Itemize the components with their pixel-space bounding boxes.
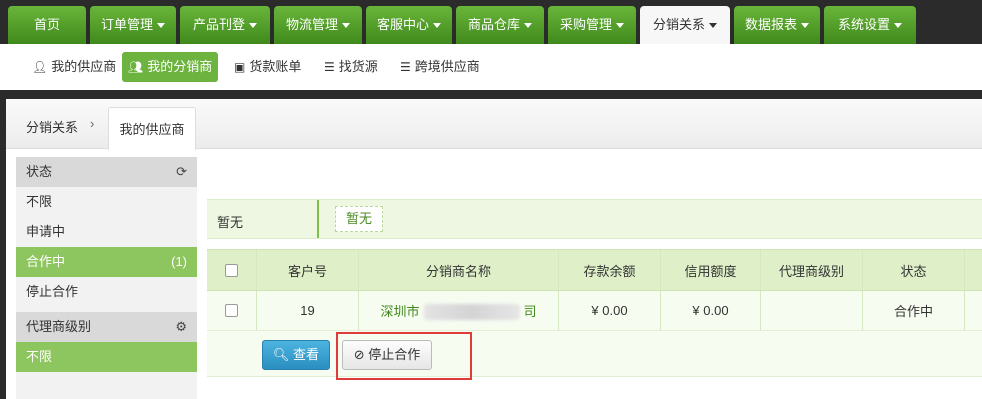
highlight-box — [336, 332, 472, 380]
caret-down-icon — [157, 23, 165, 29]
breadcrumb: 分销关系 › 我的供应商 — [6, 99, 982, 150]
level-filter-title: 代理商级别 — [26, 319, 92, 334]
col-customer-id: 客户号 — [257, 250, 359, 290]
tab-label: 首页 — [33, 17, 60, 32]
caret-down-icon — [433, 23, 441, 29]
cell-distributor-name: 深圳市 司 — [359, 291, 559, 330]
subnav-label: 我的分销商 — [147, 59, 213, 74]
caret-down-icon — [616, 23, 624, 29]
caret-down-icon — [894, 23, 902, 29]
breadcrumb-root[interactable]: 分销关系 — [26, 117, 78, 136]
tab-purchase[interactable]: 采购管理 — [548, 6, 636, 44]
subnav-my-distributors[interactable]: 👥︎ 我的分销商 — [122, 52, 219, 82]
status-applying[interactable]: 申请中 — [16, 217, 197, 247]
user-icon: 👤︎ — [32, 60, 48, 74]
filter-panel: 状态 ⟳ 不限 申请中 合作中 (1) 停止合作 代理商级别 ⚙ 不限 — [16, 157, 197, 399]
top-nav: 首页 订单管理 产品刊登 物流管理 客服中心 商品仓库 采购管理 分销关系 数据… — [0, 0, 982, 44]
row-select-cell — [207, 291, 257, 330]
subnav-label: 我的供应商 — [51, 59, 117, 74]
level-any[interactable]: 不限 — [16, 342, 197, 372]
tab-warehouse[interactable]: 商品仓库 — [456, 6, 544, 44]
sub-nav: 👤︎ 我的供应商 👥︎ 我的分销商 ▣ 货款账单 ☰ 找货源 ☰ 跨境供应商 — [0, 44, 982, 90]
tab-listing[interactable]: 产品刊登 — [180, 6, 270, 44]
caret-down-icon — [342, 23, 350, 29]
col-balance: 存款余额 — [559, 250, 661, 290]
col-credit: 信用额度 — [661, 250, 761, 290]
main-content: 分销关系 › 我的供应商 状态 ⟳ 不限 申请中 合作中 (1) 停止合作 代理… — [6, 99, 982, 399]
status-label: 合作中 — [26, 254, 66, 269]
users-icon: 👥︎ — [128, 60, 144, 74]
subnav-crossborder-suppliers[interactable]: ☰ 跨境供应商 — [394, 52, 486, 82]
gear-icon[interactable]: ⚙ — [175, 312, 187, 342]
cell-credit: ¥ 0.00 — [661, 291, 761, 330]
table-header: 客户号 分销商名称 存款余额 信用额度 代理商级别 状态 — [207, 249, 982, 291]
status-filter-header: 状态 ⟳ — [16, 157, 197, 187]
col-distributor-name: 分销商名称 — [359, 250, 559, 290]
cell-customer-id: 19 — [257, 291, 359, 330]
list-icon: ☰ — [400, 60, 411, 74]
tab-label: 订单管理 — [100, 17, 153, 32]
tab-settings[interactable]: 系统设置 — [824, 6, 916, 44]
subnav-payment-bills[interactable]: ▣ 货款账单 — [228, 52, 307, 82]
tab-label: 物流管理 — [285, 17, 338, 32]
subnav-label: 找货源 — [338, 59, 378, 74]
tab-service[interactable]: 客服中心 — [366, 6, 452, 44]
tab-label: 分销关系 — [652, 17, 705, 32]
select-all-cell — [207, 250, 257, 290]
tab-logistics[interactable]: 物流管理 — [274, 6, 362, 44]
caret-down-icon — [801, 23, 809, 29]
cell-status: 合作中 — [863, 291, 965, 330]
redacted-name — [423, 304, 520, 321]
level-filter-header: 代理商级别 ⚙ — [16, 312, 197, 342]
tab-home[interactable]: 首页 — [8, 6, 86, 44]
cell-balance: ¥ 0.00 — [559, 291, 661, 330]
tab-label: 采购管理 — [559, 17, 612, 32]
tab-label: 客服中心 — [376, 17, 429, 32]
tab-label: 系统设置 — [837, 17, 890, 32]
tab-reports[interactable]: 数据报表 — [734, 6, 820, 44]
separator — [0, 90, 982, 99]
subnav-find-source[interactable]: ☰ 找货源 — [318, 52, 384, 82]
status-filter-title: 状态 — [26, 164, 53, 179]
col-agent-level: 代理商级别 — [761, 250, 863, 290]
caret-down-icon — [709, 23, 717, 29]
summary-bar: 暂无 暂无 — [207, 199, 982, 239]
caret-down-icon — [249, 23, 257, 29]
summary-tag[interactable]: 暂无 — [335, 206, 384, 232]
status-any[interactable]: 不限 — [16, 187, 197, 217]
caret-down-icon — [524, 23, 532, 29]
breadcrumb-current-tab[interactable]: 我的供应商 — [108, 107, 196, 150]
row-checkbox[interactable] — [225, 304, 238, 317]
money-icon: ▣ — [234, 60, 246, 74]
chevron-right-icon: › — [90, 116, 95, 131]
tab-label: 商品仓库 — [467, 17, 520, 32]
col-status: 状态 — [863, 250, 965, 290]
summary-label: 暂无 — [217, 215, 244, 230]
select-all-checkbox[interactable] — [225, 263, 238, 277]
status-count: (1) — [171, 254, 187, 269]
subnav-label: 货款账单 — [249, 59, 302, 74]
tab-orders[interactable]: 订单管理 — [90, 6, 176, 44]
tab-label: 数据报表 — [744, 17, 797, 32]
list-icon: ☰ — [324, 60, 335, 74]
subnav-my-suppliers[interactable]: 👤︎ 我的供应商 — [26, 52, 122, 82]
name-prefix: 深圳市 — [380, 303, 420, 319]
table-row: 19 深圳市 司 ¥ 0.00 ¥ 0.00 合作中 — [207, 291, 982, 331]
subnav-label: 跨境供应商 — [414, 59, 480, 74]
summary-divider — [317, 200, 319, 238]
refresh-icon[interactable]: ⟳ — [176, 157, 187, 187]
search-icon: 🔍︎ — [272, 347, 294, 362]
row-actions: 🔍︎ 查看 ⊘ 停止合作 — [207, 331, 982, 377]
tab-distribution[interactable]: 分销关系 — [640, 6, 730, 44]
cell-agent-level — [761, 291, 863, 330]
view-label: 查看 — [293, 347, 320, 362]
distributor-name-link[interactable]: 深圳市 司 — [380, 301, 537, 321]
view-button[interactable]: 🔍︎ 查看 — [262, 340, 330, 370]
status-cooperating[interactable]: 合作中 (1) — [16, 247, 197, 277]
tab-label: 产品刊登 — [192, 17, 245, 32]
status-stopped[interactable]: 停止合作 — [16, 277, 197, 307]
name-suffix: 司 — [523, 303, 537, 319]
